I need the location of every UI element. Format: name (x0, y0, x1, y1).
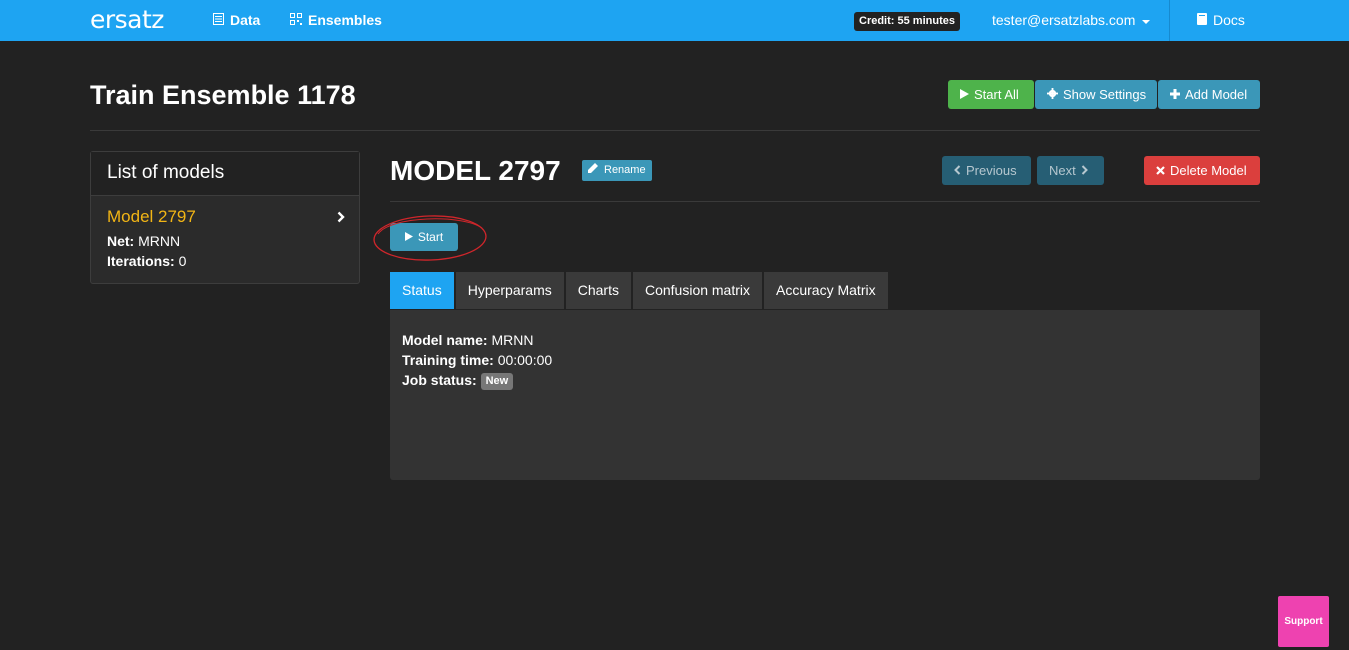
net-label: Net: (107, 233, 135, 249)
rename-label: Rename (604, 164, 646, 176)
job-status-row: Job status: New (402, 370, 1248, 390)
chevron-right-icon (1081, 156, 1093, 185)
model-name-label: Model name: (402, 332, 488, 348)
list-item[interactable]: Model 2797 Net: MRNN Iterations: 0 (91, 196, 359, 281)
nav-divider (1169, 0, 1170, 41)
nav-link-label: Ensembles (308, 12, 382, 28)
plus-icon (1170, 80, 1185, 109)
delete-model-label: Delete Model (1170, 163, 1247, 178)
play-icon (960, 80, 974, 109)
model-title: MODEL 2797 (390, 155, 561, 186)
model-item-name: Model 2797 (107, 207, 196, 226)
close-icon (1156, 156, 1170, 185)
previous-button[interactable]: Previous (942, 156, 1031, 185)
next-label: Next (1049, 163, 1076, 178)
caret-down-icon (1142, 19, 1151, 24)
tab-accuracy-matrix[interactable]: Accuracy Matrix (764, 272, 888, 309)
tab-confusion-matrix[interactable]: Confusion matrix (632, 272, 763, 309)
model-item-iterations: Iterations: 0 (107, 251, 343, 271)
header-divider (90, 130, 1260, 131)
brand-logo[interactable]: ersatz (90, 4, 164, 36)
model-divider (390, 201, 1260, 202)
training-time-value: 00:00:00 (497, 352, 553, 368)
nav-link-label: Docs (1213, 12, 1245, 28)
add-model-label: Add Model (1185, 87, 1248, 102)
credit-badge: Credit: 55 minutes (854, 12, 960, 31)
model-name-row: Model name: MRNN (402, 330, 1248, 350)
show-settings-label: Show Settings (1063, 87, 1147, 102)
rename-button[interactable]: Rename (582, 160, 652, 181)
gear-icon (1047, 80, 1063, 109)
next-button[interactable]: Next (1037, 156, 1104, 185)
models-panel: List of models Model 2797 Net: MRNN Iter… (90, 151, 360, 284)
status-panel: Model name: MRNN Training time: 00:00:00… (390, 310, 1260, 480)
tab-status[interactable]: Status (390, 272, 454, 309)
nav-link-data[interactable]: Data (213, 0, 260, 41)
iterations-label: Iterations: (107, 253, 175, 269)
support-button[interactable]: Support (1278, 596, 1329, 647)
model-name-value: MRNN (491, 332, 534, 348)
tab-bar: Status Hyperparams Charts Confusion matr… (390, 272, 890, 309)
nav-link-ensembles[interactable]: Ensembles (290, 0, 382, 41)
show-settings-button[interactable]: Show Settings (1035, 80, 1157, 109)
start-all-label: Start All (974, 87, 1019, 102)
job-status-label: Job status: (402, 372, 477, 388)
tab-hyperparams[interactable]: Hyperparams (455, 272, 564, 309)
iterations-value: 0 (178, 253, 187, 269)
nav-link-label: Data (230, 12, 261, 28)
annotation-circle (373, 215, 487, 261)
training-time-row: Training time: 00:00:00 (402, 350, 1248, 370)
training-time-label: Training time: (402, 352, 494, 368)
model-item-net: Net: MRNN (107, 231, 343, 251)
previous-label: Previous (966, 163, 1017, 178)
user-dropdown[interactable]: tester@ersatzlabs.com (992, 0, 1151, 41)
navbar: ersatz Data Ensembles Credit: 55 minutes… (0, 0, 1349, 41)
delete-model-button[interactable]: Delete Model (1144, 156, 1260, 185)
status-badge: New (480, 373, 514, 390)
book-icon (1197, 0, 1213, 41)
chevron-right-icon (337, 210, 345, 228)
pencil-icon (588, 160, 604, 181)
chevron-left-icon (954, 156, 966, 185)
net-value: MRNN (138, 233, 181, 249)
user-email: tester@ersatzlabs.com (992, 12, 1136, 28)
panel-heading: List of models (91, 152, 359, 196)
tab-charts[interactable]: Charts (565, 272, 631, 309)
start-all-button[interactable]: Start All (948, 80, 1034, 109)
qrcode-icon (290, 0, 308, 41)
page-title: Train Ensemble 1178 (90, 80, 356, 110)
nav-link-docs[interactable]: Docs (1197, 0, 1245, 41)
list-icon (213, 0, 230, 41)
add-model-button[interactable]: Add Model (1158, 80, 1260, 109)
